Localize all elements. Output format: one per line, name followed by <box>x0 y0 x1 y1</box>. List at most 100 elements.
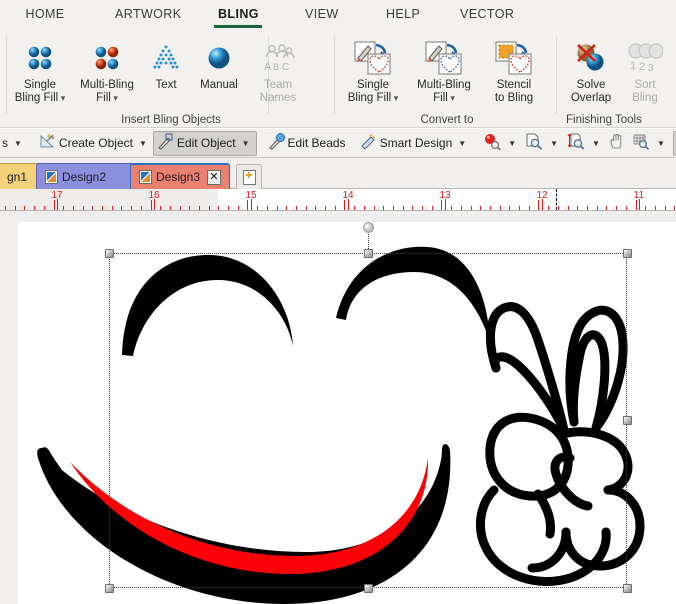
button-label: Single Bling Fill ▾ <box>347 79 399 104</box>
ruler-minor-tick <box>267 206 268 210</box>
document-tab-design2[interactable]: Design2 <box>36 163 140 189</box>
document-tab-bar: gn1 Design2 Design3 ✕ <box>0 158 676 189</box>
chevron-down-icon[interactable]: ▼ <box>589 139 603 148</box>
ribbon-tab-view[interactable]: VIEW <box>299 0 343 30</box>
rotate-handle[interactable] <box>363 222 374 233</box>
stencil-to-bling-button[interactable]: Stencil to Bling <box>480 34 548 105</box>
ribbon-tab-bar: HOME ARTWORK BLING VIEW HELP VECTOR <box>0 0 676 30</box>
team-names-button[interactable]: A B C Team Names <box>248 34 308 105</box>
ruler-minor-tick <box>480 206 481 210</box>
ruler-minor-tick <box>286 206 287 210</box>
ribbon-tab-bling[interactable]: BLING <box>212 0 264 30</box>
edit-object-icon <box>157 133 174 153</box>
design-page[interactable] <box>18 222 676 604</box>
zoom-height-button[interactable]: ▼ <box>564 131 606 156</box>
new-document-tab[interactable] <box>236 164 262 189</box>
ruler-minor-tick <box>5 206 6 210</box>
resize-handle-top-left[interactable] <box>105 249 114 258</box>
ribbon-tab-help[interactable]: HELP <box>380 0 422 30</box>
ruler-major-tick <box>247 200 248 210</box>
ruler-minor-tick <box>238 206 239 210</box>
chevron-down-icon[interactable]: ▼ <box>136 139 150 148</box>
edit-object-button[interactable]: Edit Object ▼ <box>152 130 257 156</box>
chevron-down-icon[interactable]: ▼ <box>505 139 519 148</box>
ruler-label: 14 <box>342 190 354 201</box>
height-magnifier-icon <box>567 133 586 153</box>
ruler-minor-tick <box>335 206 336 210</box>
ruler-major-tick <box>151 200 152 210</box>
ruler-minor-tick <box>626 206 627 210</box>
zoom-bead-button[interactable]: ▼ <box>480 131 522 156</box>
ruler-minor-tick <box>645 206 646 210</box>
multi-bling-fill-convert-button[interactable]: Multi-Bling Fill ▾ <box>408 34 480 105</box>
ruler-minor-tick <box>374 206 375 210</box>
ribbon-panel: Single Bling Fill ▾ Multi-Bling Fill ▾ T… <box>0 30 676 128</box>
chevron-down-icon[interactable]: ▼ <box>11 139 25 148</box>
chevron-down-icon[interactable]: ▼ <box>455 139 469 148</box>
resize-handle-top-center[interactable] <box>364 249 373 258</box>
zoom-page-button[interactable]: ▼ <box>522 131 564 156</box>
ruler-minor-tick <box>24 206 25 210</box>
ribbon-group-finishing-tools: Solve Overlap 1 2 3 Sort Bling Finishing… <box>562 30 676 128</box>
multi-bling-fill-insert-button[interactable]: Multi-Bling Fill ▾ <box>72 34 142 105</box>
ruler-minor-tick <box>44 206 45 210</box>
smart-design-icon <box>360 133 377 153</box>
manual-bling-button[interactable]: Manual <box>190 34 248 92</box>
ribbon-tab-artwork[interactable]: ARTWORK <box>109 0 181 30</box>
grid-magnifier-icon <box>632 133 651 153</box>
ruler-minor-tick <box>568 206 569 210</box>
resize-handle-bottom-right[interactable] <box>623 584 632 593</box>
chevron-down-icon[interactable]: ▼ <box>239 139 253 148</box>
solve-overlap-button[interactable]: Solve Overlap <box>562 34 620 105</box>
single-bling-fill-insert-button[interactable]: Single Bling Fill ▾ <box>8 34 72 105</box>
pan-hand-button[interactable] <box>606 131 629 156</box>
ruler-major-tick <box>636 200 637 210</box>
chevron-down-icon[interactable]: ▼ <box>547 139 561 148</box>
edit-beads-label: Edit Beads <box>287 136 346 150</box>
ruler-minor-tick <box>170 206 171 210</box>
ruler-minor-tick <box>325 206 326 210</box>
smart-design-button[interactable]: Smart Design ▼ <box>357 131 473 156</box>
smart-design-label: Smart Design <box>379 136 453 150</box>
ruler-minor-tick <box>73 206 74 210</box>
ruler-minor-tick <box>228 206 229 210</box>
ruler-label: 17 <box>51 190 63 201</box>
ruler-minor-tick <box>412 206 413 210</box>
ruler-minor-tick <box>665 206 666 210</box>
edit-beads-icon <box>268 133 285 153</box>
document-tab-design3[interactable]: Design3 ✕ <box>130 163 230 189</box>
sort-bling-button[interactable]: 1 2 3 Sort Bling <box>620 34 670 105</box>
design-canvas-area[interactable] <box>0 211 676 604</box>
ruler-minor-tick <box>296 206 297 210</box>
ruler-minor-tick <box>218 206 219 210</box>
chevron-down-icon[interactable]: ▼ <box>654 139 668 148</box>
ribbon-tab-home[interactable]: HOME <box>18 0 72 30</box>
ruler-minor-tick <box>34 206 35 210</box>
bling-text-button[interactable]: Text <box>142 34 190 92</box>
zoom-grid-button[interactable]: ▼ <box>629 131 671 156</box>
ruler-minor-tick <box>655 206 656 210</box>
edit-beads-button[interactable]: Edit Beads <box>265 131 349 156</box>
resize-handle-bottom-center[interactable] <box>364 584 373 593</box>
ruler-minor-tick <box>277 206 278 210</box>
create-object-button[interactable]: Create Object ▼ <box>36 131 153 156</box>
four-blue-dots-icon <box>24 38 56 78</box>
close-icon[interactable]: ✕ <box>207 169 221 185</box>
ruler-minor-tick <box>15 206 16 210</box>
single-bling-fill-convert-button[interactable]: Single Bling Fill ▾ <box>338 34 408 105</box>
resize-handle-top-right[interactable] <box>623 249 632 258</box>
ruler-minor-tick <box>393 206 394 210</box>
truncated-left-tool[interactable]: s ▼ <box>0 131 28 156</box>
ruler-minor-tick <box>257 206 258 210</box>
resize-handle-middle-right[interactable] <box>623 416 632 425</box>
red-sphere-magnifier-icon <box>483 133 502 153</box>
resize-handle-bottom-left[interactable] <box>105 584 114 593</box>
ruler-minor-tick <box>519 206 520 210</box>
horizontal-ruler[interactable]: 17 16 15 14 13 12 11 <box>0 189 676 211</box>
ruler-minor-tick <box>209 206 210 210</box>
ruler-label: 12 <box>536 190 548 201</box>
ruler-minor-tick <box>587 206 588 210</box>
ruler-label: 11 <box>633 190 645 201</box>
ribbon-tab-vector[interactable]: VECTOR <box>454 0 516 30</box>
ruler-minor-tick <box>509 206 510 210</box>
